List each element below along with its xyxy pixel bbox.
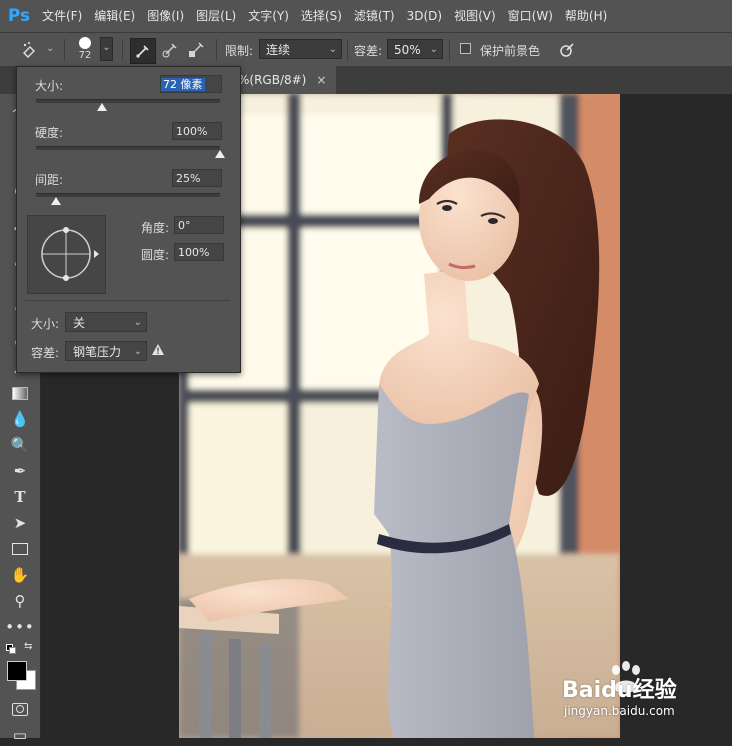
angle-input[interactable]: 0°	[174, 216, 224, 234]
menu-item[interactable]: 图像(I)	[141, 0, 190, 32]
document-tab[interactable]: %(RGB/8#) ×	[232, 66, 337, 94]
dynamic-tolerance-label: 容差:	[31, 346, 60, 360]
blur-tool-icon[interactable]: 💧	[8, 408, 32, 430]
dodge-tool-icon[interactable]: 🔍	[8, 434, 32, 456]
screen-mode-icon[interactable]: ▭	[8, 724, 32, 746]
menu-item[interactable]: 图层(L)	[190, 0, 242, 32]
chevron-down-icon: ⌄	[133, 346, 142, 357]
brush-angle-preview[interactable]	[27, 215, 106, 294]
chevron-down-icon: ⌄	[133, 317, 142, 328]
menu-item[interactable]: 3D(D)	[401, 0, 448, 32]
spacing-slider-track[interactable]	[36, 193, 220, 197]
foreground-color-swatch[interactable]	[7, 661, 27, 681]
size-label: 大小:	[35, 79, 64, 93]
hardness-slider-track[interactable]	[36, 146, 220, 150]
tolerance-label: 容差:	[354, 44, 383, 58]
options-bar: ⌄ 72 ⌄ 限制: 连续 ⌄ 容差: 50% ⌄ 保护前景色	[0, 32, 732, 67]
menu-items: 文件(F) 编辑(E) 图像(I) 图层(L) 文字(Y) 选择(S) 滤镜(T) 3D(D)…	[36, 0, 613, 32]
limit-label: 限制:	[225, 44, 254, 58]
default-colors-icon[interactable]	[6, 644, 16, 654]
document-image[interactable]	[179, 94, 620, 738]
tolerance-input[interactable]: 50% ⌄	[387, 39, 443, 59]
menu-item[interactable]: 滤镜(T)	[348, 0, 401, 32]
document-tab-title: %(RGB/8#)	[238, 73, 307, 87]
chevron-down-icon: ⌄	[429, 44, 438, 55]
watermark-brand: Baidu经验	[562, 678, 677, 703]
brush-picker-dropdown[interactable]: ⌄	[100, 37, 113, 61]
type-tool-icon[interactable]: T	[8, 486, 32, 508]
swap-colors-icon[interactable]: ⇆	[24, 641, 32, 652]
path-selection-tool-icon[interactable]: ➤	[8, 512, 32, 534]
hardness-label: 硬度:	[35, 126, 64, 140]
brush-tip-icon	[79, 37, 91, 49]
menu-item[interactable]: 窗口(W)	[502, 0, 559, 32]
hardness-input[interactable]: 100%	[172, 122, 222, 140]
watermark-url: jingyan.baidu.com	[564, 704, 675, 718]
spacing-input[interactable]: 25%	[172, 169, 222, 187]
spacing-slider-thumb[interactable]	[51, 197, 62, 205]
warning-icon	[151, 343, 165, 359]
sampling-background-swatch-icon[interactable]	[184, 38, 208, 62]
pen-tool-icon[interactable]: ✒	[8, 460, 32, 482]
sampling-continuous-icon[interactable]	[130, 38, 156, 64]
brush-preset-picker: 大小: 72 像素 硬度: 100% 间距: 25% 角度: 0° 圆度: 10…	[16, 66, 241, 373]
rectangle-tool-icon[interactable]	[8, 538, 32, 560]
chevron-down-icon: ⌄	[328, 44, 337, 55]
roundness-input[interactable]: 100%	[174, 243, 224, 261]
dynamic-size-select[interactable]: 关 ⌄	[65, 312, 147, 332]
dynamic-size-label: 大小:	[31, 317, 60, 331]
sampling-once-icon[interactable]	[158, 38, 182, 62]
background-eraser-tool-icon[interactable]	[18, 38, 42, 62]
tool-preset-chevron-icon[interactable]: ⌄	[46, 43, 54, 54]
size-input-value: 72 像素	[161, 78, 205, 91]
photoshop-logo: Ps	[7, 6, 31, 26]
menu-bar: Ps 文件(F) 编辑(E) 图像(I) 图层(L) 文字(Y) 选择(S) 滤镜(T) 3D…	[0, 0, 732, 32]
tolerance-value: 50%	[394, 43, 421, 57]
menu-item[interactable]: 编辑(E)	[88, 0, 141, 32]
hand-tool-icon[interactable]: ✋	[8, 564, 32, 586]
menu-item[interactable]: 文件(F)	[36, 0, 88, 32]
dynamic-tolerance-select[interactable]: 钢笔压力 ⌄	[65, 341, 147, 361]
limit-select-value: 连续	[266, 43, 291, 57]
dynamic-tolerance-value: 钢笔压力	[73, 345, 122, 359]
gradient-tool-icon[interactable]	[8, 382, 32, 404]
menu-item[interactable]: 视图(V)	[448, 0, 502, 32]
protect-foreground-checkbox[interactable]	[460, 43, 471, 54]
quick-mask-icon[interactable]	[8, 698, 32, 720]
close-icon[interactable]: ×	[316, 73, 326, 87]
baidu-jingyan-watermark: Baidu经验 jingyan.baidu.com	[560, 660, 732, 738]
menu-item[interactable]: 帮助(H)	[559, 0, 613, 32]
limit-select[interactable]: 连续 ⌄	[259, 39, 342, 59]
menu-item[interactable]: 选择(S)	[295, 0, 348, 32]
size-slider-thumb[interactable]	[97, 103, 108, 111]
menu-item[interactable]: 文字(Y)	[242, 0, 295, 32]
size-slider-track[interactable]	[36, 99, 220, 103]
roundness-label: 圆度:	[141, 248, 170, 262]
dynamic-size-value: 关	[73, 316, 86, 330]
size-input[interactable]: 72 像素	[160, 75, 222, 93]
spacing-label: 间距:	[35, 173, 64, 187]
more-tools-icon[interactable]: •••	[5, 616, 34, 638]
hardness-slider-thumb[interactable]	[215, 150, 225, 158]
zoom-tool-icon[interactable]: ⚲	[8, 590, 32, 612]
pressure-size-icon[interactable]	[555, 38, 579, 62]
angle-label: 角度:	[141, 221, 170, 235]
brush-size-readout: 72	[78, 50, 92, 61]
protect-foreground-label: 保护前景色	[480, 44, 541, 58]
brush-picker-button[interactable]: 72	[70, 36, 100, 64]
